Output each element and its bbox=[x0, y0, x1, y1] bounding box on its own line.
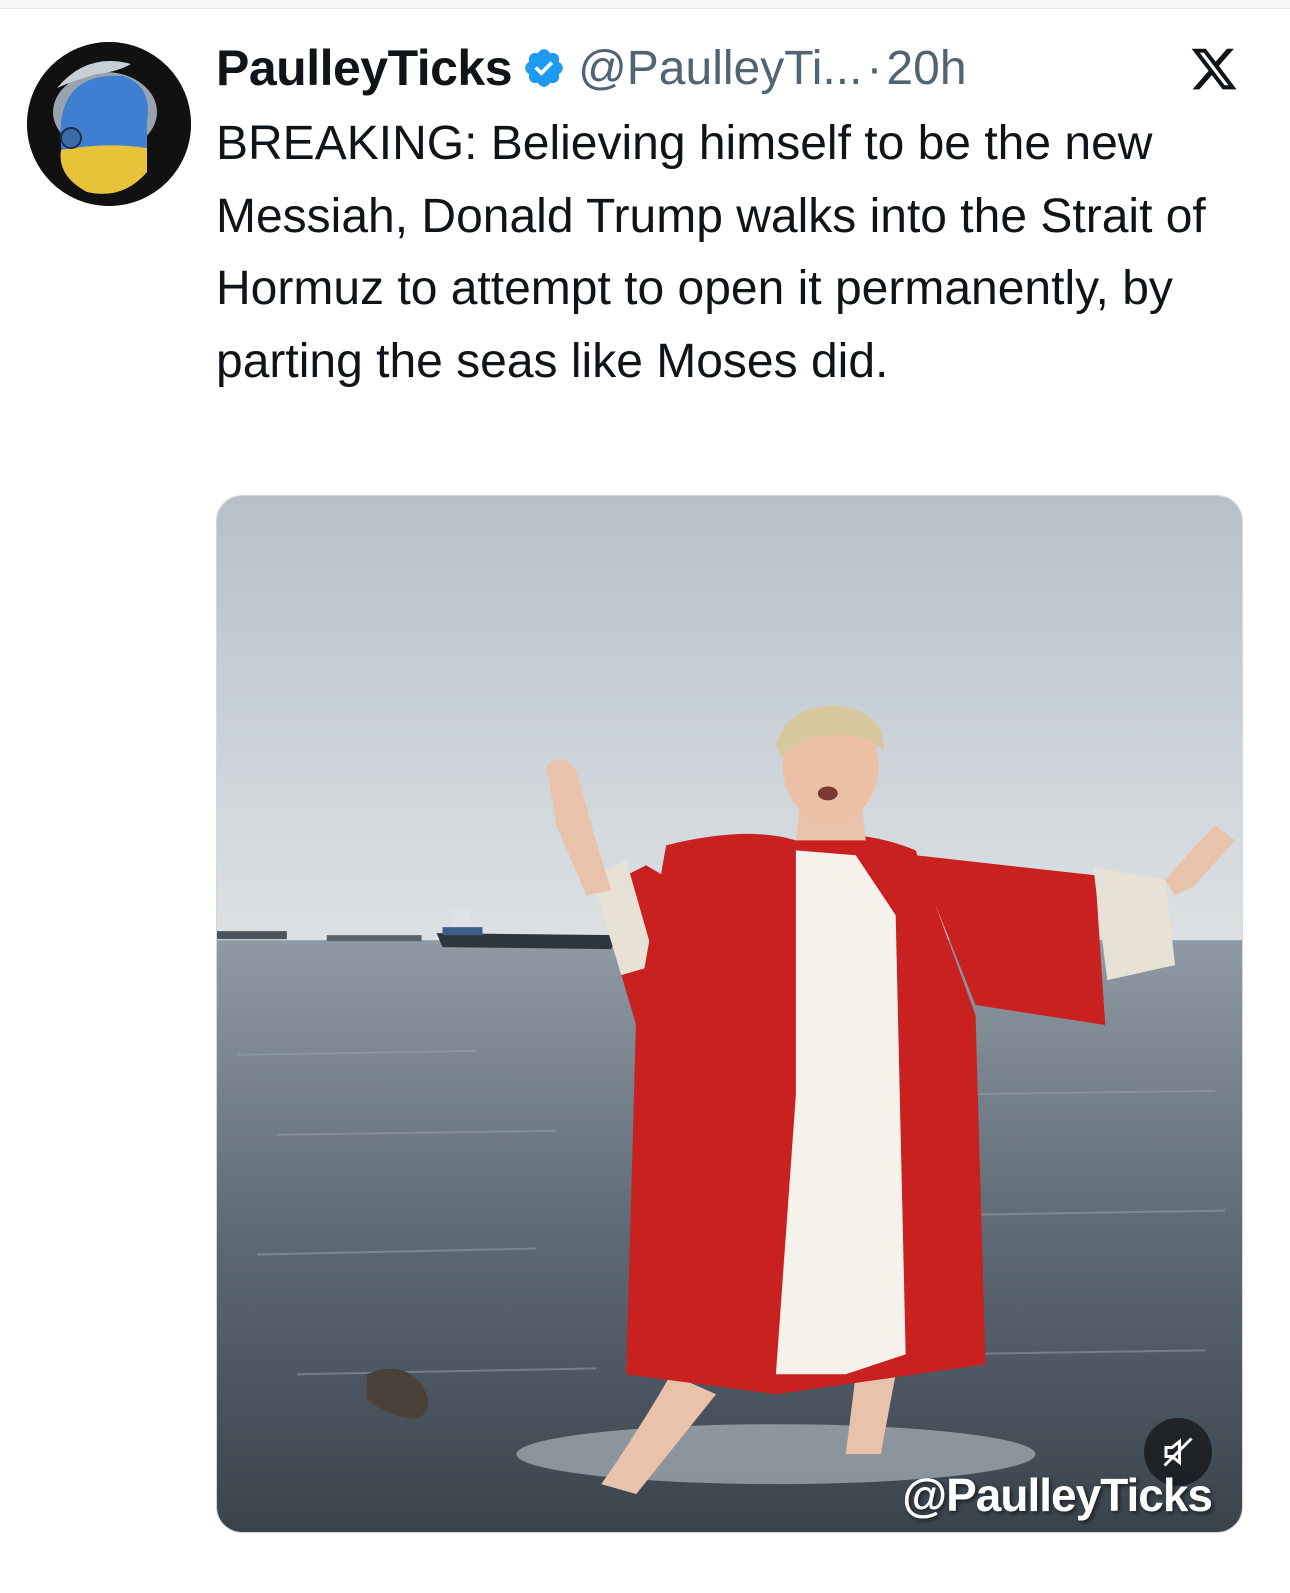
user-handle[interactable]: @PaulleyTi... bbox=[578, 41, 862, 96]
tweet-header: PaulleyTicks @PaulleyTi... · 20h bbox=[216, 36, 1230, 100]
separator-dot: · bbox=[866, 41, 883, 95]
x-logo-icon[interactable] bbox=[1188, 44, 1240, 94]
verified-badge-icon bbox=[525, 49, 563, 87]
avatar[interactable] bbox=[27, 42, 191, 206]
timestamp[interactable]: 20h bbox=[886, 41, 966, 96]
media-watermark: @PaulleyTicks bbox=[902, 1469, 1213, 1521]
avatar-image bbox=[27, 42, 191, 206]
speaker-muted-icon bbox=[1163, 1437, 1193, 1467]
top-divider bbox=[0, 0, 1290, 9]
tweet-text: BREAKING: Believing himself to be the ne… bbox=[216, 117, 1206, 388]
media-image bbox=[217, 496, 1242, 1532]
tweet-media[interactable]: @PaulleyTicks bbox=[216, 495, 1243, 1533]
display-name[interactable]: PaulleyTicks bbox=[216, 39, 513, 97]
